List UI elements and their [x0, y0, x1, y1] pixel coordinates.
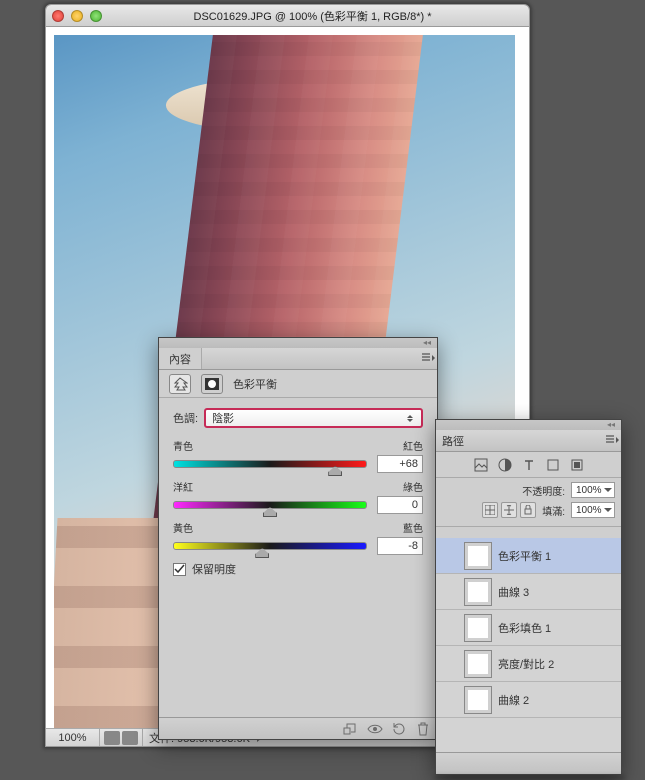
lock-all-button[interactable] [520, 502, 536, 518]
preserve-luminosity-row: 保留明度 [173, 561, 423, 577]
tone-label: 色調: [173, 410, 198, 426]
magenta-green-slider[interactable] [173, 501, 367, 509]
layer-controls: 不透明度: 100% 填滿: 100% [436, 478, 621, 527]
zoom-level[interactable]: 100% [46, 729, 100, 746]
cyan-red-knob[interactable] [328, 466, 342, 476]
blue-label: 藍色 [403, 520, 423, 535]
cyan-red-slider-block: 青色 紅色 +68 [173, 438, 423, 473]
visibility-toggle[interactable] [440, 619, 458, 637]
layers-panel-footer [436, 752, 621, 774]
layers-panel: ◂◂ 路徑 不透明度: 100% 填滿: 100% [435, 419, 622, 775]
magenta-label: 洋紅 [173, 479, 193, 494]
status-icon-2[interactable] [122, 731, 138, 745]
layer-thumbnail[interactable] [464, 578, 492, 606]
opacity-value: 100% [576, 485, 602, 496]
lock-position-button[interactable] [501, 502, 517, 518]
layer-name[interactable]: 色彩填色 1 [498, 620, 617, 636]
filter-shape-icon[interactable] [546, 458, 560, 472]
reset-icon[interactable] [391, 722, 407, 736]
tone-row: 色調: 陰影 [173, 408, 423, 428]
layer-thumbnail[interactable] [464, 614, 492, 642]
fill-value: 100% [576, 505, 602, 516]
layer-thumbnail[interactable] [464, 686, 492, 714]
cyan-red-value[interactable]: +68 [377, 455, 423, 473]
green-label: 綠色 [403, 479, 423, 494]
tab-paths[interactable]: 路徑 [442, 433, 464, 449]
visibility-toggle[interactable] [440, 655, 458, 673]
yellow-blue-slider[interactable] [173, 542, 367, 550]
opacity-field[interactable]: 100% [571, 482, 615, 498]
filter-image-icon[interactable] [474, 458, 488, 472]
layer-list: 色彩平衡 1 曲線 3 色彩填色 1 亮度/對比 2 曲線 2 [436, 538, 621, 752]
preserve-luminosity-checkbox[interactable] [173, 563, 186, 576]
magenta-green-value[interactable]: 0 [377, 496, 423, 514]
visibility-toggle[interactable] [440, 583, 458, 601]
layer-name[interactable]: 曲線 3 [498, 584, 617, 600]
visibility-toggle[interactable] [440, 691, 458, 709]
clip-to-layer-icon[interactable] [343, 722, 359, 736]
adjustment-type-label: 色彩平衡 [233, 376, 277, 392]
minimize-button[interactable] [71, 10, 83, 22]
fill-label: 填滿: [542, 503, 565, 518]
properties-panel-footer [159, 717, 437, 739]
layer-thumbnail[interactable] [464, 650, 492, 678]
layer-row[interactable]: 曲線 2 [436, 682, 621, 718]
layers-panel-menu-button[interactable] [605, 433, 619, 447]
layer-name[interactable]: 色彩平衡 1 [498, 548, 617, 564]
panel-collapse-handle[interactable]: ◂◂ [159, 338, 437, 348]
document-title: DSC01629.JPG @ 100% (色彩平衡 1, RGB/8*) * [102, 8, 523, 24]
tab-properties[interactable]: 內容 [159, 348, 202, 369]
layer-row[interactable]: 色彩填色 1 [436, 610, 621, 646]
opacity-label: 不透明度: [522, 483, 565, 498]
cyan-label: 青色 [173, 438, 193, 453]
lock-pixels-button[interactable] [482, 502, 498, 518]
window-titlebar: DSC01629.JPG @ 100% (色彩平衡 1, RGB/8*) * [46, 5, 529, 27]
cyan-red-slider[interactable] [173, 460, 367, 468]
window-controls [52, 10, 102, 22]
adjustment-type-row: 色彩平衡 [159, 370, 437, 398]
fill-field[interactable]: 100% [571, 502, 615, 518]
mask-icon[interactable] [201, 374, 223, 394]
layer-thumbnail[interactable] [464, 542, 492, 570]
red-label: 紅色 [403, 438, 423, 453]
filter-type-icon[interactable] [522, 458, 536, 472]
panel-menu-button[interactable] [421, 351, 435, 365]
tone-select[interactable]: 陰影 [204, 408, 423, 428]
adjustment-icon[interactable] [169, 374, 191, 394]
yellow-label: 黃色 [173, 520, 193, 535]
properties-panel: ◂◂ 內容 色彩平衡 色調: 陰影 青色 紅色 [158, 337, 438, 740]
layer-row[interactable]: 色彩平衡 1 [436, 538, 621, 574]
filter-adjustment-icon[interactable] [498, 458, 512, 472]
layer-row[interactable]: 曲線 3 [436, 574, 621, 610]
close-button[interactable] [52, 10, 64, 22]
layer-filter-row [436, 452, 621, 478]
layer-name[interactable]: 曲線 2 [498, 692, 617, 708]
layer-row[interactable]: 亮度/對比 2 [436, 646, 621, 682]
preserve-luminosity-label: 保留明度 [192, 561, 236, 577]
status-icon-1[interactable] [104, 731, 120, 745]
tab-label: 內容 [169, 351, 191, 367]
trash-icon[interactable] [415, 722, 431, 736]
tone-value: 陰影 [212, 410, 234, 426]
zoom-button[interactable] [90, 10, 102, 22]
layer-name[interactable]: 亮度/對比 2 [498, 656, 617, 672]
panel-tabbar: 內容 [159, 348, 437, 370]
yellow-blue-value[interactable]: -8 [377, 537, 423, 555]
visibility-toggle[interactable] [440, 547, 458, 565]
yellow-blue-slider-block: 黃色 藍色 -8 [173, 520, 423, 555]
layers-tabbar: 路徑 [436, 430, 621, 452]
layers-collapse-handle[interactable]: ◂◂ [436, 420, 621, 430]
magenta-green-slider-block: 洋紅 綠色 0 [173, 479, 423, 514]
toggle-visibility-icon[interactable] [367, 722, 383, 736]
filter-smart-icon[interactable] [570, 458, 584, 472]
yellow-blue-knob[interactable] [255, 548, 269, 558]
magenta-green-knob[interactable] [263, 507, 277, 517]
